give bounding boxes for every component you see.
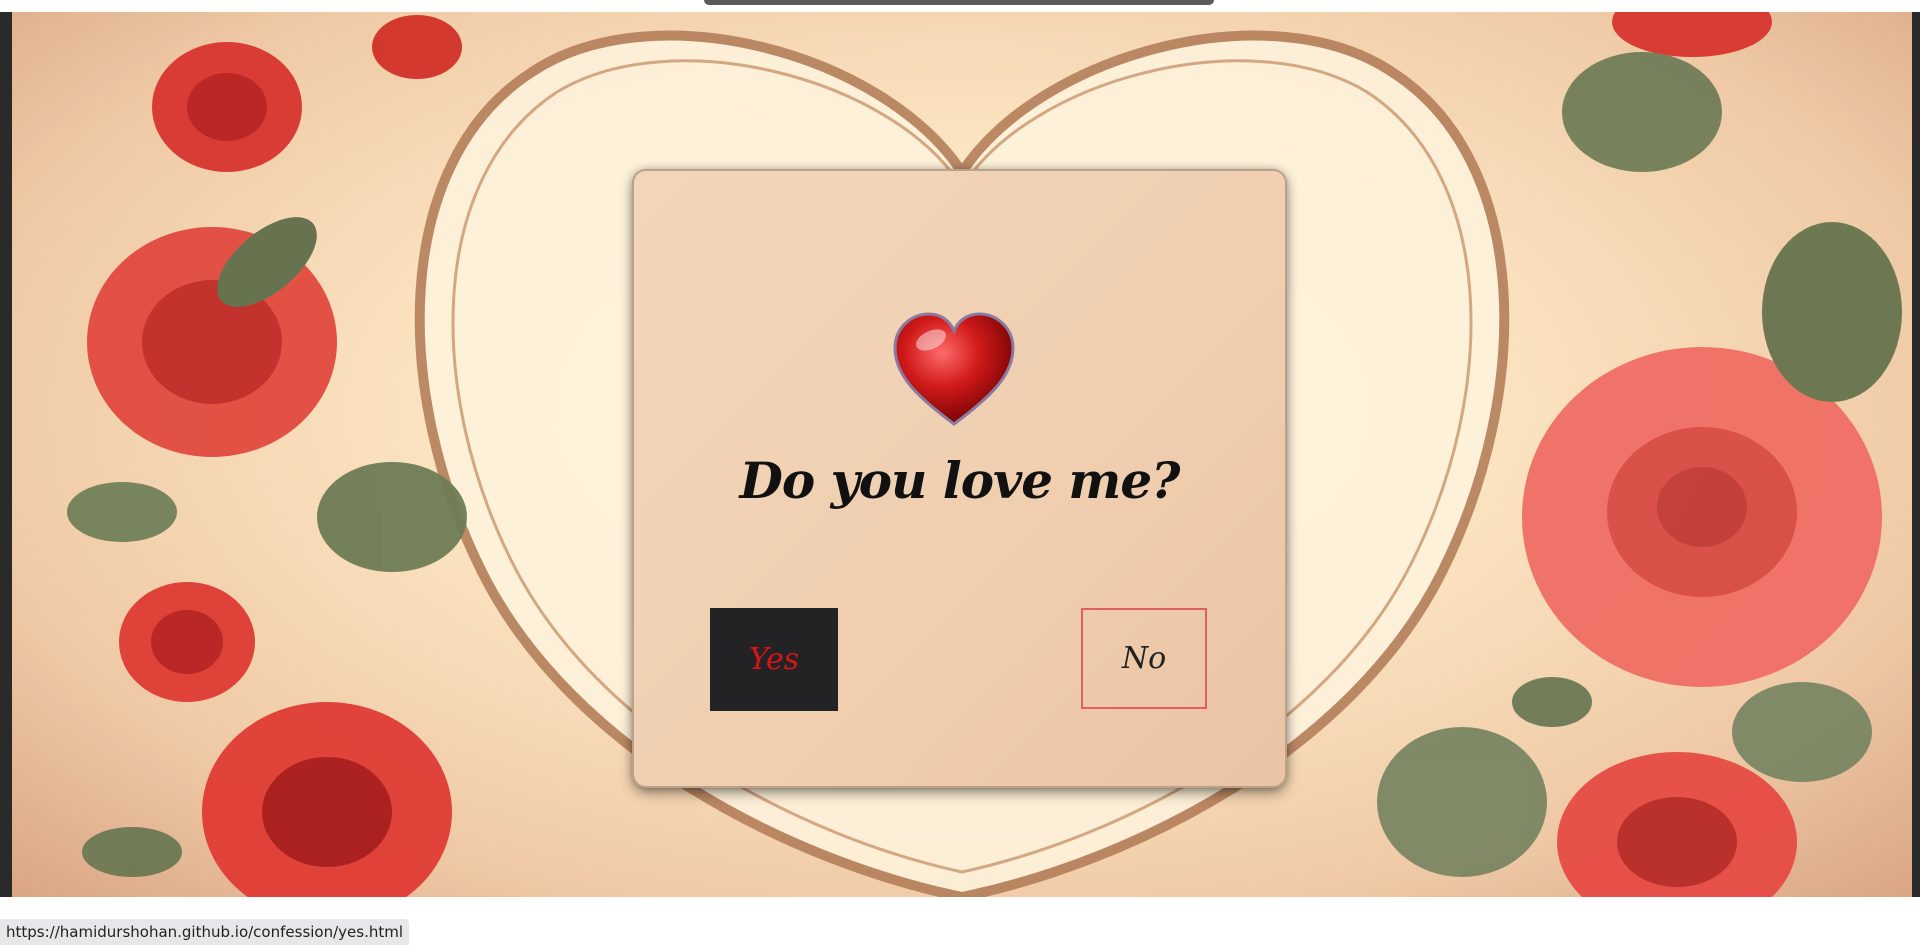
yes-button-label: Yes: [748, 642, 800, 677]
window-edge-left: [0, 0, 12, 897]
yes-button[interactable]: Yes: [710, 608, 838, 711]
horizontal-scrollbar-thumb[interactable]: [704, 0, 1214, 5]
link-status-bar: https://hamidurshohan.github.io/confessi…: [0, 919, 410, 945]
question-heading: Do you love me?: [739, 451, 1181, 510]
left-roses: [67, 15, 467, 897]
no-button-label: No: [1121, 641, 1167, 676]
heart-icon: [893, 312, 1015, 426]
no-button[interactable]: No: [1081, 608, 1207, 709]
top-strip: [0, 0, 1920, 12]
browser-viewport: Do you love me? Yes No https://hamidursh…: [0, 0, 1920, 945]
window-edge-right: [1912, 0, 1920, 897]
confession-card: Do you love me? Yes No: [634, 171, 1285, 786]
